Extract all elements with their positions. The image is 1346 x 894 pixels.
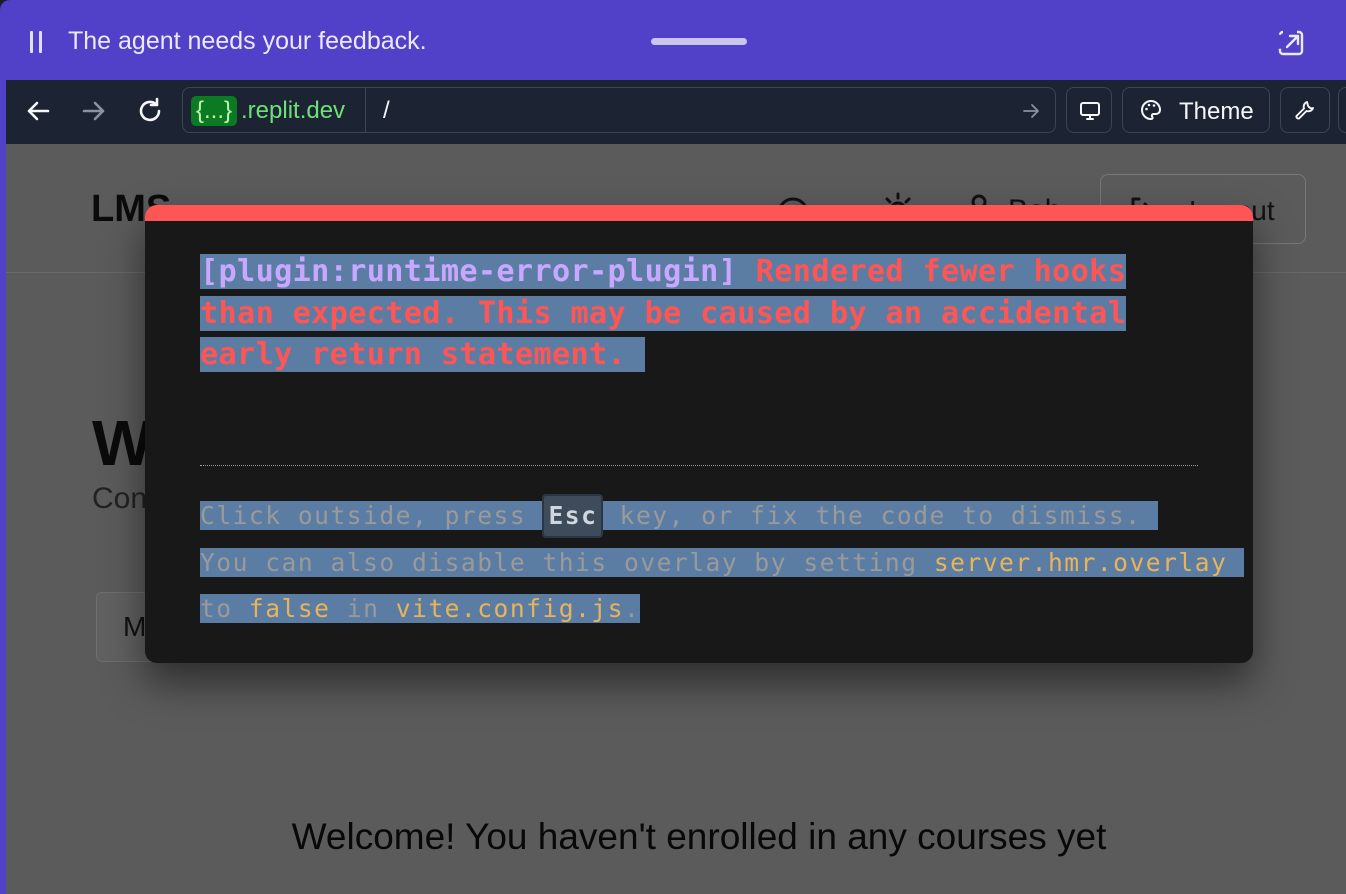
welcome-heading: W (92, 407, 153, 479)
browser-toolbar: {...} .replit.dev / Theme (6, 80, 1346, 144)
pause-icon[interactable] (30, 31, 44, 53)
tip-line-3: to false in vite.config.js. (200, 594, 641, 623)
url-badge: {...} (191, 96, 238, 126)
device-preview-button[interactable] (1066, 87, 1112, 133)
feedback-bar: The agent needs your feedback. (0, 0, 1346, 80)
url-bar[interactable]: {...} .replit.dev / (182, 87, 1056, 133)
tab-label: M (123, 611, 147, 642)
tip-line-2: You can also disable this overlay by set… (200, 547, 1244, 577)
error-overlay-topbar (145, 205, 1253, 221)
tip-text: You can also disable this overlay by set… (200, 547, 934, 577)
error-message: [plugin:runtime-error-plugin] Rendered f… (200, 251, 1198, 376)
tip-text: . (624, 594, 641, 623)
devtools-button[interactable] (1280, 87, 1330, 133)
monitor-icon (1080, 102, 1100, 120)
theme-button[interactable]: Theme (1122, 87, 1270, 133)
tip-line-1: Click outside, press Esc key, or fix the… (200, 494, 1158, 538)
palette-icon (1141, 99, 1162, 121)
overlay-divider (200, 465, 1198, 466)
error-plugin-name: [plugin:runtime-error-plugin] (200, 254, 738, 289)
go-arrow-icon[interactable] (1021, 101, 1041, 121)
feedback-message: The agent needs your feedback. (68, 27, 427, 55)
tip-text: to (200, 594, 249, 623)
tip-text: in (330, 594, 396, 623)
welcome-subheading: Con (92, 482, 148, 515)
drag-handle[interactable] (651, 38, 747, 45)
reload-icon[interactable] (135, 96, 165, 126)
empty-state-message: Welcome! You haven't enrolled in any cou… (291, 816, 1107, 857)
tip-text: Click outside, press (200, 501, 543, 530)
back-arrow-icon[interactable] (23, 96, 53, 126)
esc-key: Esc (542, 494, 604, 538)
tip-text: key, or fix the code to dismiss. (603, 501, 1142, 530)
url-path-input[interactable]: / (383, 96, 390, 126)
forward-arrow-icon[interactable] (79, 96, 109, 126)
agent-frame: The agent needs your feedback. {...} .re… (0, 0, 1346, 894)
url-separator (365, 88, 366, 132)
config-file: vite.config.js (395, 594, 624, 623)
overlay-tip: Click outside, press Esc key, or fix the… (200, 493, 1244, 633)
expand-icon[interactable] (1278, 30, 1304, 56)
wrench-icon (1295, 101, 1314, 120)
false-value: false (248, 594, 331, 623)
error-overlay[interactable]: [plugin:runtime-error-plugin] Rendered f… (145, 205, 1253, 663)
url-domain: .replit.dev (241, 97, 346, 124)
more-button[interactable] (1338, 87, 1346, 133)
setting-name: server.hmr.overlay (933, 547, 1228, 577)
theme-label: Theme (1179, 98, 1254, 125)
